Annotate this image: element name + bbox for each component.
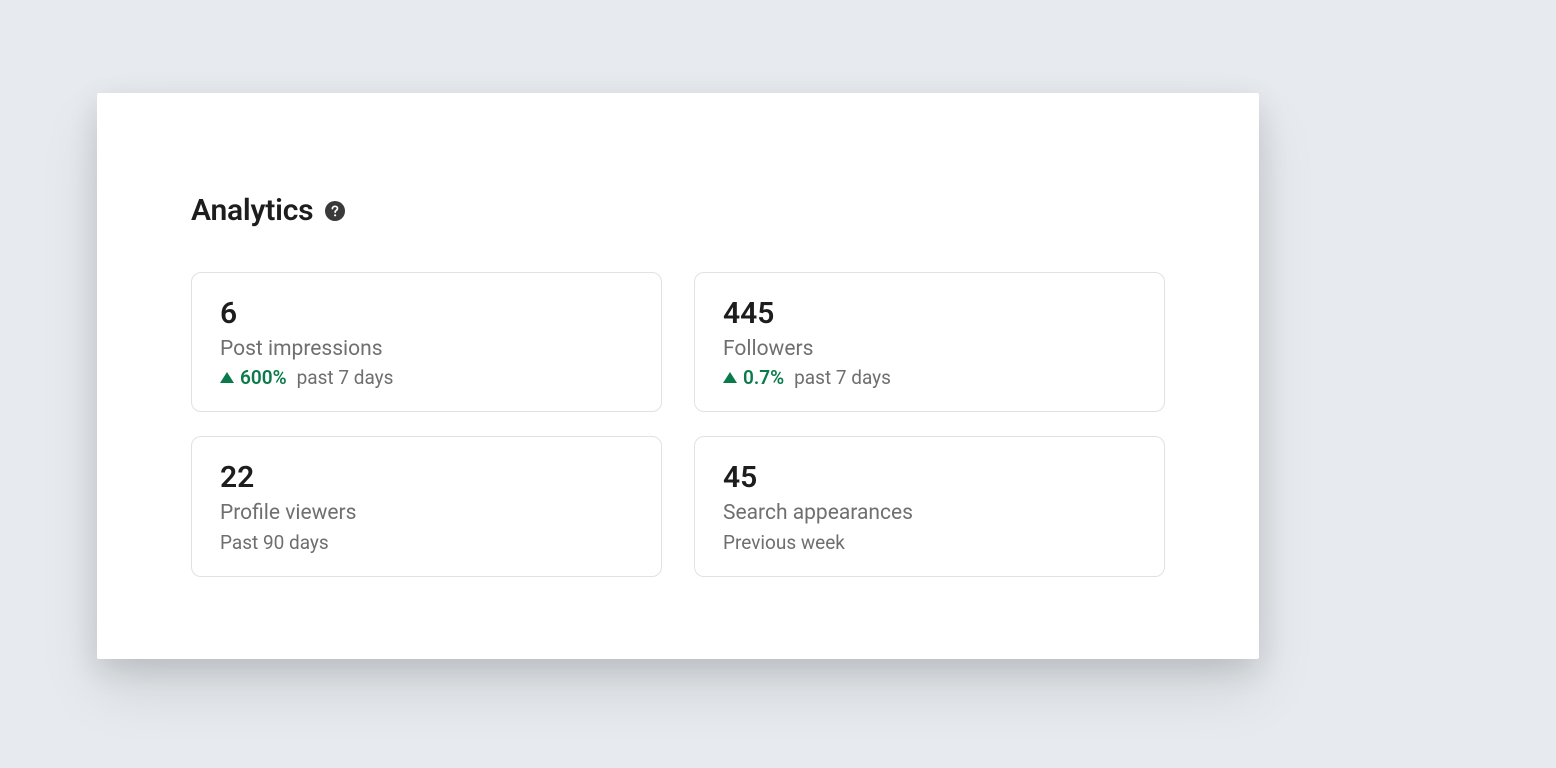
help-icon[interactable] — [325, 201, 345, 221]
heading-row: Analytics — [191, 193, 1165, 228]
followers-delta-pct: 0.7% — [743, 366, 784, 389]
analytics-panel: Analytics 6 Post impressions 600% past 7… — [97, 93, 1259, 659]
post-impressions-delta: 600% past 7 days — [220, 366, 633, 389]
search-appearances-value: 45 — [723, 461, 1136, 494]
caret-up-icon — [723, 372, 737, 383]
page-title: Analytics — [191, 193, 313, 228]
profile-viewers-period: Past 90 days — [220, 531, 633, 554]
profile-viewers-label: Profile viewers — [220, 500, 633, 526]
card-post-impressions[interactable]: 6 Post impressions 600% past 7 days — [191, 272, 662, 412]
caret-up-icon — [220, 372, 234, 383]
search-appearances-label: Search appearances — [723, 500, 1136, 526]
profile-viewers-value: 22 — [220, 461, 633, 494]
followers-value: 445 — [723, 297, 1136, 330]
post-impressions-delta-period: past 7 days — [297, 366, 394, 389]
post-impressions-delta-pct: 600% — [240, 366, 287, 389]
card-profile-viewers[interactable]: 22 Profile viewers Past 90 days — [191, 436, 662, 576]
followers-delta: 0.7% past 7 days — [723, 366, 1136, 389]
search-appearances-period: Previous week — [723, 531, 1136, 554]
card-followers[interactable]: 445 Followers 0.7% past 7 days — [694, 272, 1165, 412]
post-impressions-label: Post impressions — [220, 336, 633, 362]
card-search-appearances[interactable]: 45 Search appearances Previous week — [694, 436, 1165, 576]
followers-delta-period: past 7 days — [794, 366, 891, 389]
post-impressions-value: 6 — [220, 297, 633, 330]
cards-grid: 6 Post impressions 600% past 7 days 445 … — [191, 272, 1165, 577]
followers-label: Followers — [723, 336, 1136, 362]
